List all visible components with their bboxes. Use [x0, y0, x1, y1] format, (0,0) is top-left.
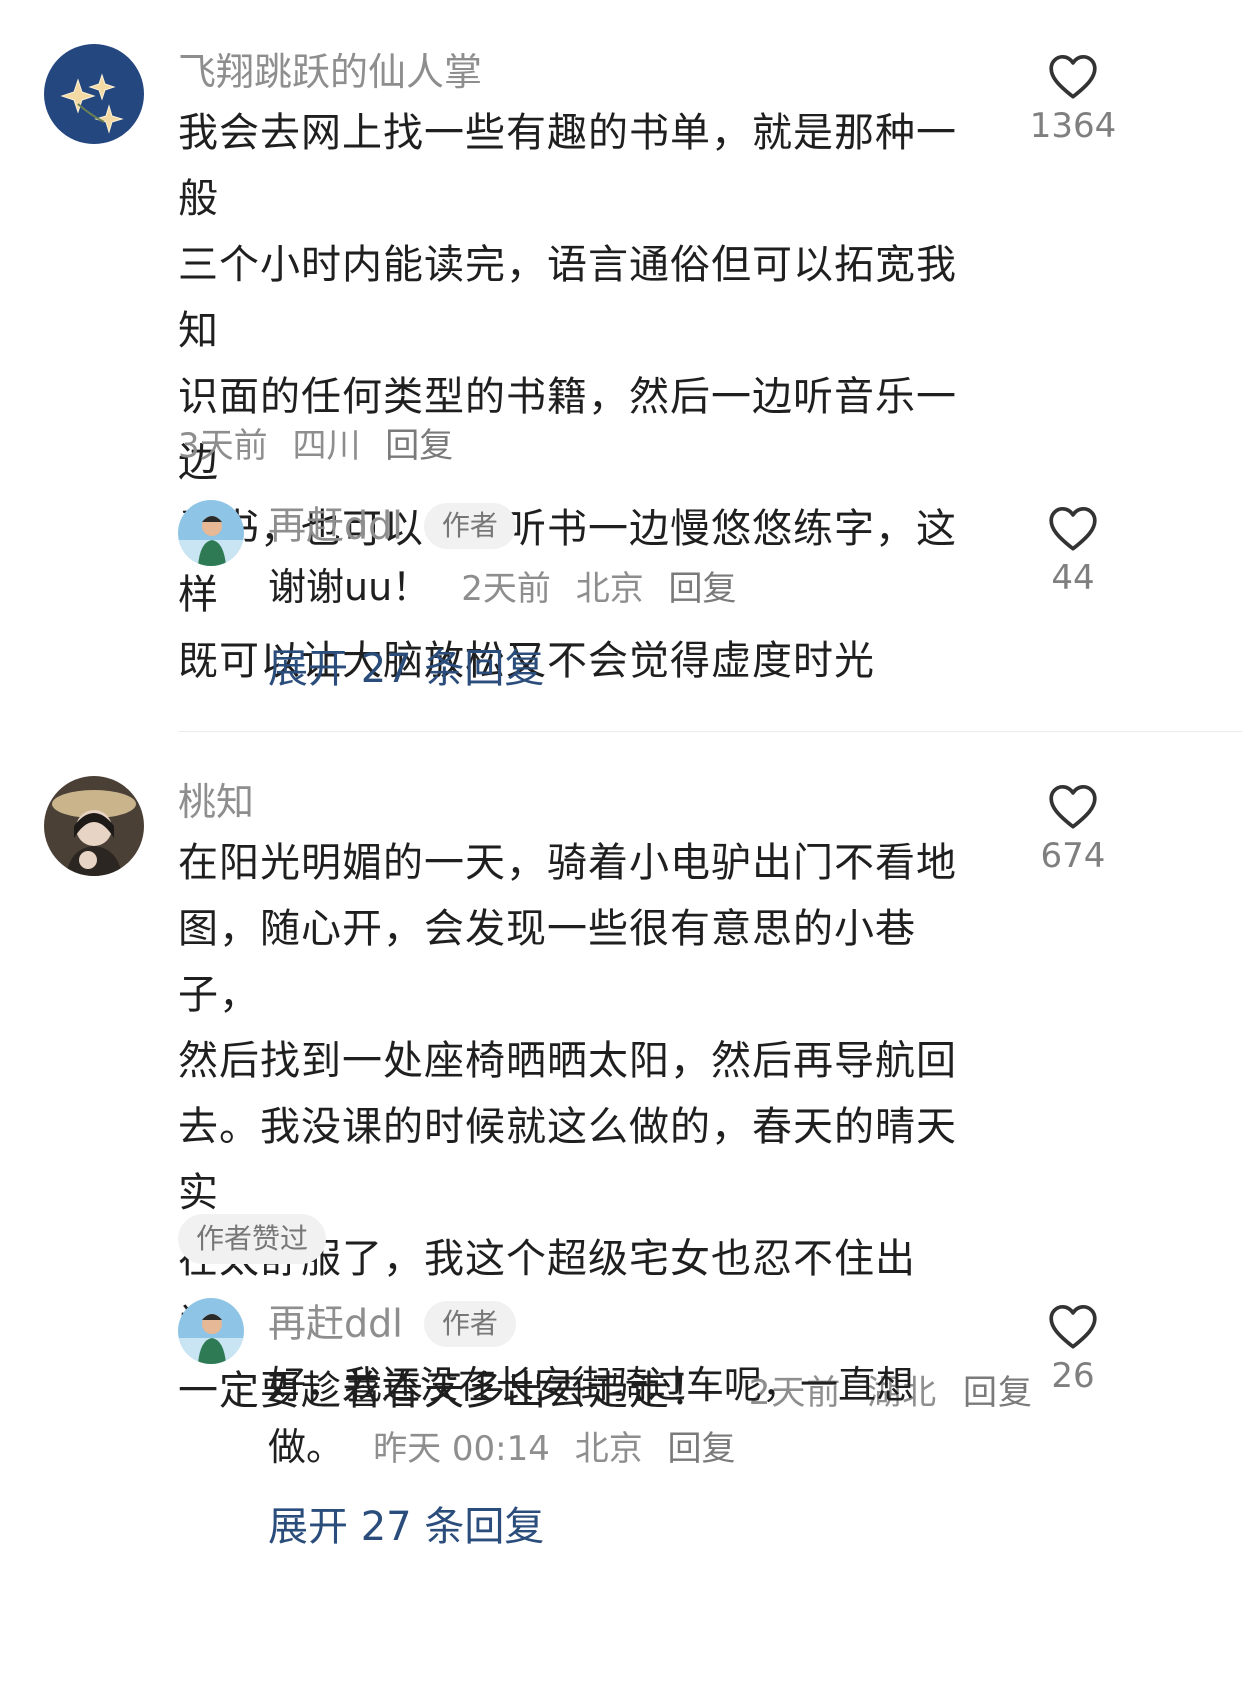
like-count: 674	[1040, 836, 1106, 876]
heart-outline-icon	[1049, 1304, 1097, 1349]
comment-text-line: 图，随心开，会发现一些很有意思的小巷子，	[178, 906, 916, 1018]
like-count: 44	[1051, 558, 1095, 598]
divider	[178, 731, 1242, 732]
author-username[interactable]: 再赶ddl	[268, 1302, 403, 1346]
like-count: 1364	[1029, 106, 1117, 146]
reply-time: 昨天 00:14	[373, 1429, 550, 1469]
comment-text-line: 然后找到一处座椅晒晒太阳，然后再导航回	[178, 1038, 957, 1084]
like-button[interactable]: 674	[1018, 782, 1128, 876]
author-tag: 作者	[423, 1300, 516, 1347]
reply-location: 北京	[574, 1429, 643, 1469]
reply-text: 谢谢uu！	[268, 565, 431, 609]
author-avatar[interactable]	[178, 500, 244, 566]
reply-text: 做。	[268, 1425, 345, 1469]
like-button[interactable]: 44	[1018, 504, 1128, 598]
author-reply-header: 再赶ddl 作者	[268, 1298, 516, 1348]
heart-outline-icon	[1049, 506, 1097, 551]
comment-text-line: 在阳光明媚的一天，骑着小电驴出门不看地	[178, 840, 957, 886]
reply-text: 好，我还没在长安街骑过车呢，一直想	[268, 1363, 915, 1407]
comment-text-line: 我会去网上找一些有趣的书单，就是那种一般	[178, 110, 957, 222]
reply-time: 2天前	[461, 569, 551, 609]
reply-button[interactable]: 回复	[385, 426, 453, 466]
person-avatar-icon	[178, 500, 244, 566]
author-reply-header: 再赶ddl 作者	[268, 500, 516, 550]
like-button[interactable]: 26	[1018, 1302, 1128, 1396]
author-reply-text: 谢谢uu！ 2天前 北京 回复	[268, 562, 751, 620]
flower-avatar-icon	[44, 44, 144, 144]
person-avatar-icon	[178, 1298, 244, 1364]
comment-text-line: 三个小时内能读完，语言通俗但可以拓宽我知	[178, 242, 957, 354]
like-button[interactable]: 1364	[1018, 52, 1128, 146]
reply-button[interactable]: 回复	[668, 1429, 736, 1469]
avatar[interactable]	[44, 44, 144, 144]
comment-username[interactable]: 飞翔跳跃的仙人掌	[178, 50, 482, 94]
comment-text-line: 去。我没课的时候就这么做的，春天的晴天实	[178, 1104, 957, 1216]
heart-outline-icon	[1049, 784, 1097, 829]
author-reply-text: 好，我还没在长安街骑过车呢，一直想 做。 昨天 00:14 北京 回复	[268, 1354, 988, 1486]
expand-replies-button[interactable]: 展开 27 条回复	[268, 1494, 544, 1552]
author-tag: 作者	[423, 502, 516, 549]
heart-outline-icon	[1049, 54, 1097, 99]
reply-button[interactable]: 回复	[669, 569, 737, 609]
girl-avatar-icon	[44, 776, 144, 876]
comment-location: 四川	[292, 426, 361, 466]
avatar[interactable]	[44, 776, 144, 876]
reply-location: 北京	[575, 569, 644, 609]
expand-replies-button[interactable]: 展开 27 条回复	[268, 636, 544, 694]
like-count: 26	[1051, 1356, 1095, 1396]
author-avatar[interactable]	[178, 1298, 244, 1364]
author-liked-badge: 作者赞过	[178, 1214, 327, 1264]
comment-time: 3天前	[178, 426, 268, 466]
author-username[interactable]: 再赶ddl	[268, 504, 403, 548]
comment-meta: 3天前 四川 回复	[178, 418, 467, 467]
comment-username[interactable]: 桃知	[178, 780, 254, 824]
